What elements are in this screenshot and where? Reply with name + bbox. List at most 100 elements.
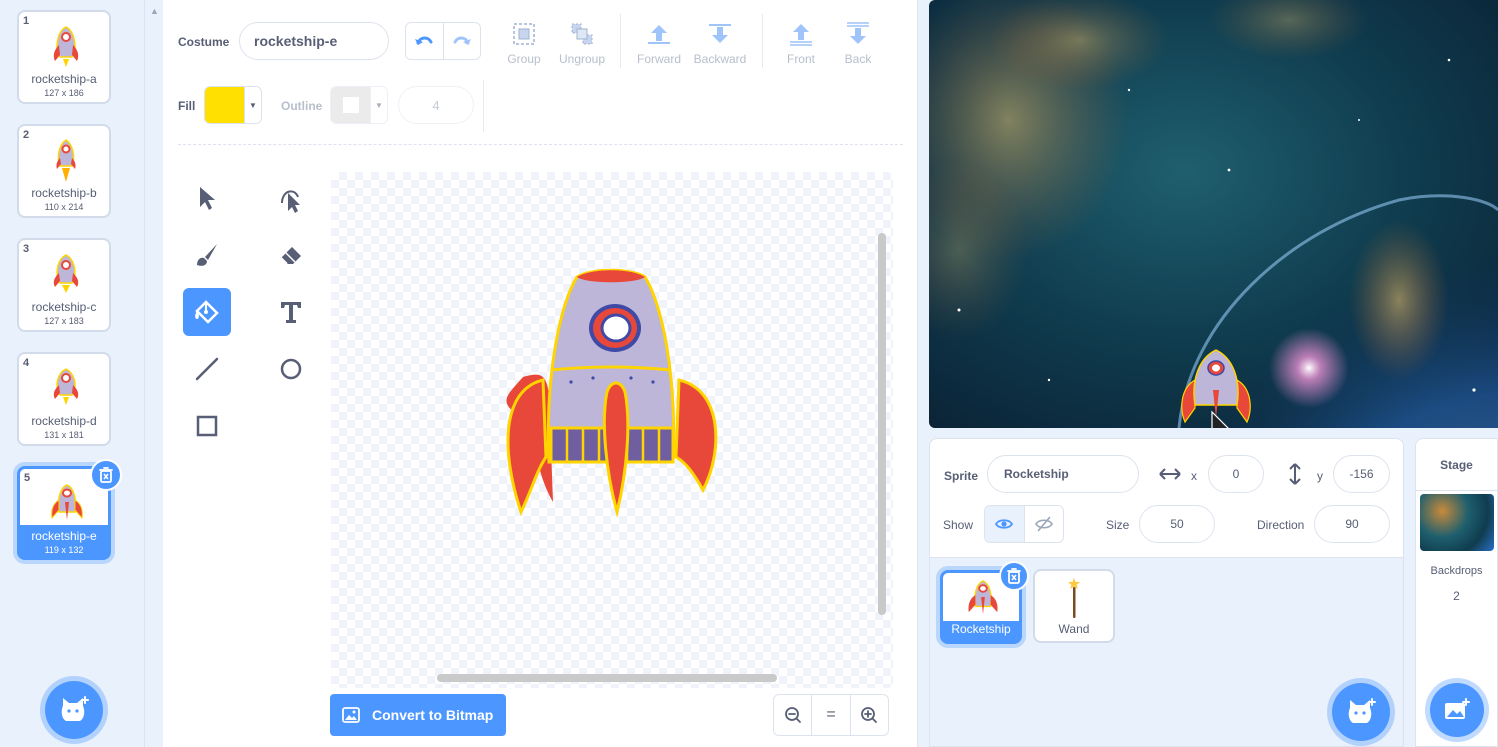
nebula-backdrop [929, 0, 1498, 428]
costume-number: 2 [23, 129, 30, 141]
costume-tile-4[interactable]: 4 rocketship-d 131 x 181 [17, 352, 111, 446]
convert-label: Convert to Bitmap [372, 707, 494, 723]
zoom-in-icon [861, 707, 878, 723]
forward-arrow-icon [648, 25, 670, 44]
brush-tool[interactable] [183, 231, 231, 279]
reshape-icon [281, 190, 300, 213]
hide-button[interactable] [1025, 506, 1064, 542]
costume-number: 3 [23, 243, 30, 255]
size-label: Size [1106, 518, 1130, 532]
wand-thumbnail [1068, 578, 1080, 618]
backdrops-label: Backdrops [1430, 565, 1483, 577]
costume-size: 119 x 132 [44, 545, 84, 555]
rocketship-drawing [506, 268, 718, 518]
sprite-name-input[interactable]: Rocketship [987, 455, 1139, 493]
sprite-tile-rocketship[interactable]: Rocketship [940, 561, 1029, 644]
sprite-info-panel: Sprite Rocketship x 0 y -156 Show Size 5… [929, 438, 1404, 558]
dropdown-caret-icon: ▼ [249, 100, 257, 110]
fill-tool[interactable] [183, 288, 231, 336]
sprite-name: Rocketship [951, 622, 1011, 636]
horizontal-arrows-icon [1159, 468, 1181, 480]
sprite-tile-wand[interactable]: Wand [1033, 569, 1115, 643]
line-tool[interactable] [183, 345, 231, 393]
costume-tile-3[interactable]: 3 rocketship-c 127 x 183 [17, 238, 111, 332]
delete-sprite-button[interactable] [999, 561, 1029, 591]
rocket-thumbnail [41, 20, 91, 70]
cat-plus-icon [1348, 698, 1376, 723]
rocket-thumbnail [968, 580, 998, 615]
line-icon [195, 357, 219, 381]
zoom-in-button[interactable] [851, 695, 888, 735]
ungroup-button[interactable]: Ungroup [552, 20, 612, 66]
costume-tile-1[interactable]: 1 rocketship-a 127 x 186 [17, 10, 111, 104]
costume-number: 5 [24, 472, 31, 484]
costume-name: rocketship-a [31, 72, 97, 86]
eye-slash-icon [1034, 516, 1053, 532]
fill-color-picker[interactable]: ▼ [204, 86, 262, 124]
reshape-tool[interactable] [267, 174, 315, 222]
backdrop-plus-icon [1445, 698, 1470, 719]
paint-canvas[interactable] [331, 172, 893, 688]
backward-button[interactable]: Backward [690, 20, 750, 66]
costume-size: 131 x 181 [44, 430, 84, 440]
sprite-list: Rocketship Wand [929, 558, 1404, 747]
costume-name: rocketship-b [31, 186, 97, 200]
dropdown-caret-icon: ▼ [375, 100, 383, 110]
x-position-input[interactable]: 0 [1208, 455, 1264, 493]
costume-list-scrollbar[interactable] [145, 0, 163, 747]
redo-button[interactable] [444, 23, 481, 59]
costume-number: 4 [23, 357, 30, 369]
costume-name: rocketship-d [31, 414, 97, 428]
front-button[interactable]: Front [771, 20, 831, 66]
y-position-input[interactable]: -156 [1333, 455, 1390, 493]
direction-input[interactable]: 90 [1314, 505, 1390, 543]
outline-color-picker[interactable]: ▼ [330, 86, 388, 124]
group-button[interactable]: Group [494, 20, 554, 66]
size-input[interactable]: 50 [1139, 505, 1215, 543]
undo-icon [415, 36, 433, 45]
choose-backdrop-button[interactable] [1430, 683, 1484, 737]
front-label: Front [786, 52, 815, 66]
show-button[interactable] [985, 506, 1025, 542]
direction-label: Direction [1257, 518, 1305, 532]
delete-costume-button[interactable] [90, 459, 122, 491]
zoom-reset-button[interactable]: = [812, 695, 851, 735]
costume-size: 127 x 186 [44, 88, 84, 98]
select-tool[interactable] [183, 174, 231, 222]
x-label: x [1191, 469, 1197, 483]
text-icon [281, 302, 301, 323]
zoom-out-icon [784, 707, 801, 723]
back-arrow-icon [847, 22, 869, 44]
costume-tile-5[interactable]: 5 rocketship-e 119 x 132 [17, 459, 122, 560]
stage-canvas[interactable] [929, 0, 1498, 428]
outline-swatch [331, 87, 371, 123]
rectangle-tool[interactable] [183, 402, 231, 450]
paint-bucket-icon [195, 300, 219, 324]
forward-button[interactable]: Forward [629, 20, 689, 66]
zoom-out-button[interactable] [774, 695, 813, 735]
outline-width-input[interactable]: 4 [398, 86, 474, 124]
choose-sprite-button[interactable] [1332, 683, 1390, 741]
circle-tool[interactable] [267, 345, 315, 393]
eraser-tool[interactable] [267, 231, 315, 279]
undo-button[interactable] [406, 23, 444, 59]
costume-name-input[interactable]: rocketship-e [239, 22, 389, 60]
back-button[interactable]: Back [828, 20, 888, 66]
costume-label: Costume [178, 35, 230, 49]
costume-tile-2[interactable]: 2 rocketship-b 110 x 214 [17, 124, 111, 218]
fill-label: Fill [178, 99, 196, 113]
convert-to-bitmap-button[interactable]: Convert to Bitmap [330, 694, 506, 736]
stage-selector[interactable]: Stage Backdrops 2 [1415, 438, 1498, 747]
canvas-horizontal-scrollbar[interactable] [437, 674, 777, 682]
toolbar-divider [483, 80, 484, 132]
ungroup-label: Ungroup [558, 52, 606, 66]
choose-costume-button[interactable] [45, 681, 103, 739]
scroll-up-arrow-icon[interactable]: ▲ [150, 6, 159, 16]
sprite-name: Wand [1058, 622, 1090, 636]
zoom-reset-label: = [826, 706, 836, 723]
visibility-toggle [984, 505, 1064, 543]
fill-swatch [205, 87, 245, 123]
image-icon [342, 707, 360, 723]
text-tool[interactable] [267, 288, 315, 336]
canvas-vertical-scrollbar[interactable] [878, 233, 886, 615]
